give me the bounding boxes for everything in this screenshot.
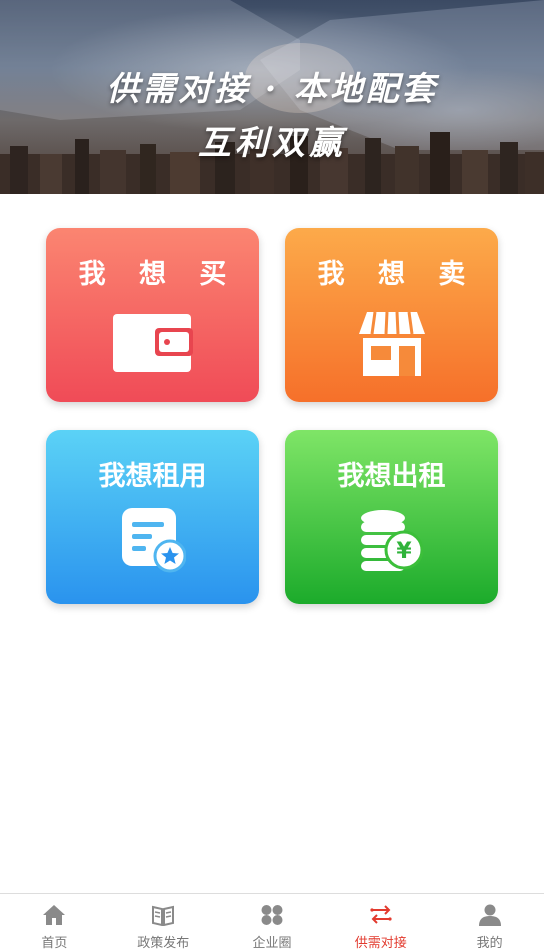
storefront-icon [358, 311, 425, 376]
want-to-rent-card[interactable]: 我想租用 [46, 430, 259, 604]
bottom-tab-bar: 首页 政策发布 企业圈 供需对接 我的 [0, 893, 544, 951]
want-to-sell-label: 我 想 卖 [317, 259, 478, 290]
tab-policy-label: 政策发布 [137, 936, 190, 951]
tab-home[interactable]: 首页 [0, 894, 109, 951]
want-to-lease-card[interactable]: 我想出租 ¥ [285, 430, 498, 604]
tab-enterprise-label: 企业圈 [252, 936, 292, 951]
want-to-sell-card[interactable]: 我 想 卖 [285, 228, 498, 402]
user-icon [478, 904, 501, 926]
banner-subtitle: 互利双赢 [198, 123, 346, 162]
want-to-rent-label: 我想租用 [98, 461, 207, 492]
banner-title: 供需对接 · 本地配套 [106, 69, 438, 108]
book-icon [152, 905, 175, 926]
coins-yen-icon: ¥ [360, 510, 423, 571]
want-to-buy-card[interactable]: 我 想 买 [46, 228, 259, 402]
document-star-icon [121, 508, 186, 573]
tab-mine[interactable]: 我的 [435, 894, 544, 951]
tab-supply-demand-label: 供需对接 [354, 936, 407, 951]
home-icon [43, 905, 66, 925]
banner: 供需对接 · 本地配套 互利双赢 [0, 0, 544, 194]
tab-mine-label: 我的 [476, 936, 503, 951]
wallet-icon [112, 314, 193, 372]
exchange-arrows-icon [370, 905, 392, 924]
want-to-buy-label: 我 想 买 [78, 259, 239, 290]
tab-enterprise[interactable]: 企业圈 [218, 894, 327, 951]
tab-supply-demand[interactable]: 供需对接 [326, 894, 435, 951]
want-to-lease-label: 我想出租 [337, 461, 446, 492]
svg-text:¥: ¥ [396, 539, 412, 564]
four-dots-icon [261, 905, 283, 925]
tab-home-label: 首页 [41, 936, 68, 951]
tab-policy[interactable]: 政策发布 [109, 894, 218, 951]
